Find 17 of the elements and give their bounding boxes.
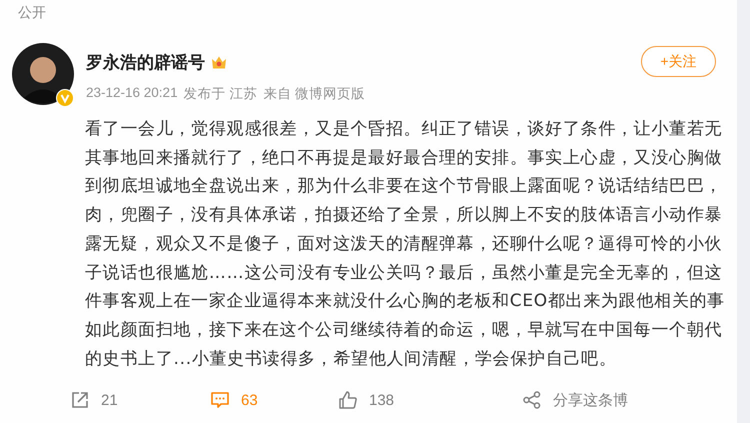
share-link[interactable]: 分享这条博 (553, 390, 628, 410)
repost-count[interactable]: 21 (101, 392, 118, 409)
follow-button[interactable]: +关注 (641, 46, 716, 77)
repost-icon[interactable] (70, 390, 90, 410)
comment-icon[interactable] (210, 390, 230, 410)
author-name[interactable]: 罗永浩的辟谣号 (86, 51, 205, 74)
post-location: 发布于 江苏 (184, 85, 258, 103)
post-time[interactable]: 23-12-16 20:21 (86, 85, 178, 103)
thumbs-up-icon[interactable] (338, 390, 358, 410)
like-count[interactable]: 138 (369, 392, 394, 409)
share-icon[interactable] (522, 390, 542, 410)
avatar-icon[interactable] (12, 43, 74, 105)
comment-count[interactable]: 63 (241, 392, 258, 409)
visibility-label: 公开 (17, 3, 46, 22)
post-text: 看了一会儿，觉得观感很差，又是个昏招。纠正了错误，谈好了条件，让小董若无其事地回来播就行了，绝口不再提是最好最合理的安排。事实上心虚，又没心胸做到彻底坦诚地全盘说出来，那为什么非要在这个节骨眼上露面呢？说话结结巴巴，肉，兜圈子，没有具体承诺，拍摄还给了全景，所以脚上不安的肢体语言小动作暴露无疑，观众又不是傻子，面对这泼天的清醒弹幕，还聊什么呢？逼得可怜的小伙子说话也很尴尬……这公司没有专业公关吗？最后，虽然小董是完全无辜的，但这件事客观上在一家企业逼得本来就没什么心胸的老板和CEO都出来为跟他相关的事如此颜面扫地，接下来在这个公司继续待着的命运，嗯，早就写在中国每一个朝代的史书上了...小董史书读得多，希望他人间清醒，学会保护自己吧。 (85, 118, 726, 371)
crown-icon (211, 55, 227, 70)
post-source: 来自 微博网页版 (263, 85, 366, 103)
